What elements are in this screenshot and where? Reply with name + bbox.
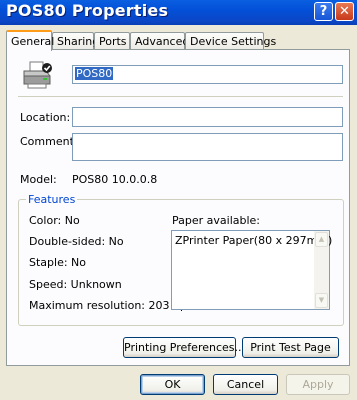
printer-icon [23, 61, 52, 89]
title-bar[interactable]: POS80 Properties ? ✕ [0, 0, 357, 25]
tab-sharing[interactable]: Sharing [52, 32, 99, 49]
print-test-page-button[interactable]: Print Test Page [242, 337, 339, 358]
general-tab-panel: POS80 Location: Comment: Model: POS80 10… [6, 49, 350, 366]
printing-preferences-button[interactable]: Printing Preferences... [123, 337, 245, 358]
paper-list-scrollbar[interactable]: ▲ ▼ [314, 231, 329, 309]
feature-color: Color: No [29, 214, 80, 227]
list-item[interactable]: ZPrinter Paper(80 x 297mm) [175, 234, 332, 247]
printer-name-input[interactable]: POS80 [72, 65, 343, 84]
location-label: Location: [20, 111, 71, 124]
close-icon: ✕ [339, 4, 350, 19]
feature-double-sided: Double-sided: No [29, 235, 124, 248]
separator [18, 96, 343, 97]
feature-speed: Speed: Unknown [29, 278, 122, 291]
paper-available-list[interactable]: ZPrinter Paper(80 x 297mm) ▲ ▼ [171, 230, 332, 310]
comment-label: Comment: [20, 135, 78, 148]
scroll-up-icon[interactable]: ▲ [315, 232, 328, 247]
feature-staple: Staple: No [29, 256, 87, 269]
close-button[interactable]: ✕ [335, 2, 354, 21]
comment-input[interactable] [72, 133, 343, 161]
model-label: Model: [20, 173, 57, 186]
feature-max-resolution: Maximum resolution: 203 dpi [29, 299, 191, 312]
printer-name-value: POS80 [75, 67, 114, 80]
apply-button[interactable]: Apply [286, 374, 350, 395]
window-title: POS80 Properties [6, 1, 169, 20]
cancel-button[interactable]: Cancel [213, 374, 278, 395]
location-input[interactable] [72, 107, 343, 127]
tab-advanced[interactable]: Advanced [130, 32, 189, 49]
help-button[interactable]: ? [314, 2, 333, 21]
scroll-down-icon[interactable]: ▼ [315, 293, 328, 308]
tab-device-settings[interactable]: Device Settings [185, 32, 276, 49]
ok-button[interactable]: OK [140, 374, 205, 395]
paper-available-label: Paper available: [172, 214, 261, 227]
tab-general[interactable]: General [6, 30, 54, 51]
model-value: POS80 10.0.0.8 [72, 173, 158, 186]
features-legend: Features [26, 193, 78, 206]
tab-ports[interactable]: Ports [94, 32, 130, 49]
